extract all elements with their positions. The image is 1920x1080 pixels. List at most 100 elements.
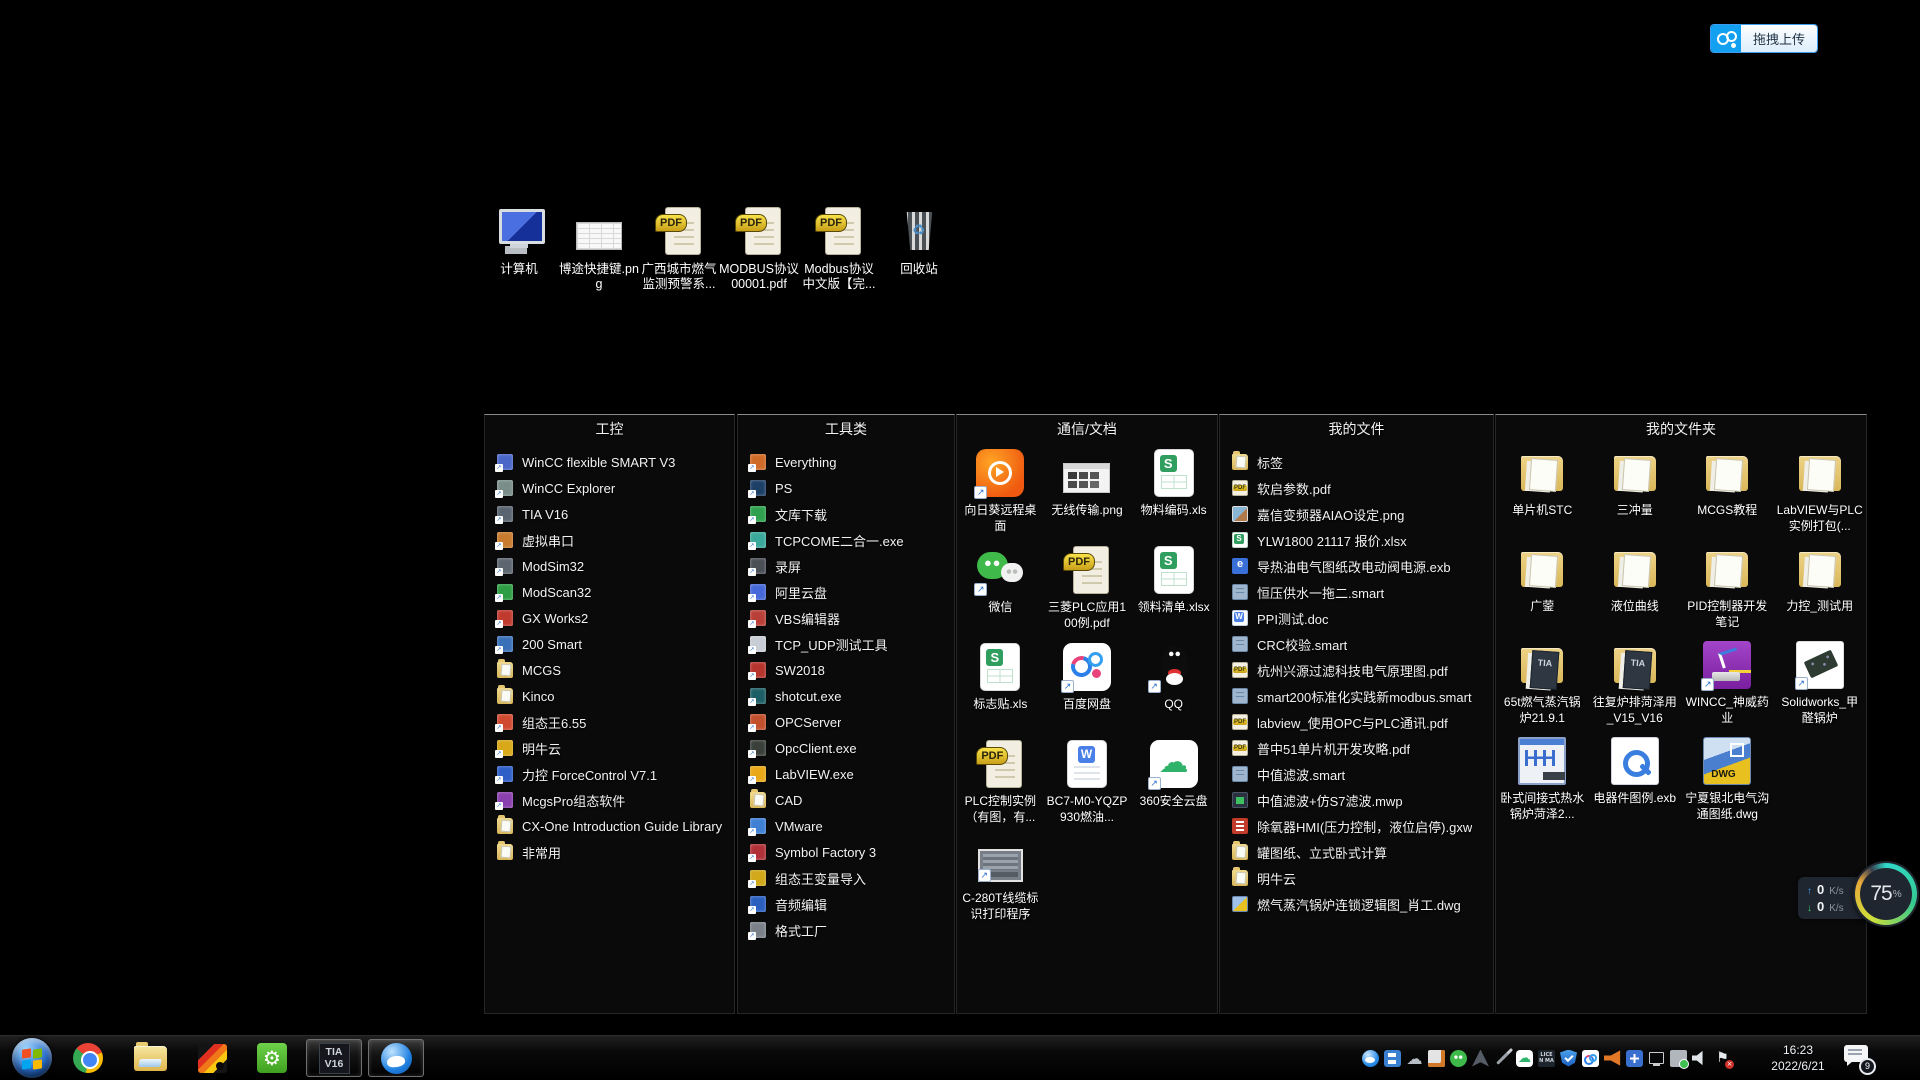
fence-title[interactable]: 工具类 [738,415,954,443]
fence-item[interactable]: LabVIEW.exe [750,761,950,787]
fence-item[interactable]: 组态王变量导入 [750,865,950,891]
fence-item[interactable]: ModScan32 [497,579,730,605]
usb-drive-icon[interactable] [1384,1050,1401,1067]
fence-item[interactable]: Everything [750,449,950,475]
grid-item[interactable]: 往复炉排菏泽用_V15_V16 [1589,639,1682,735]
fence-item[interactable]: 软启参数.pdf [1232,475,1489,501]
horn-icon[interactable] [1604,1050,1621,1067]
grid-item[interactable]: 百度网盘 [1044,641,1131,738]
grid-item[interactable]: PLC控制实例（有图，有... [957,738,1044,835]
grid-item[interactable]: Solidworks_甲醛锅炉 [1774,639,1867,735]
grid-item[interactable]: 360安全云盘 [1130,738,1217,835]
grid-item[interactable]: 卧式间接式热水锅炉菏泽2... [1496,735,1589,831]
input-method-icon[interactable] [1626,1050,1643,1067]
grid-item[interactable]: 力控_测试用 [1774,543,1867,639]
fence-item[interactable]: YLW1800 21117 报价.xlsx [1232,527,1489,553]
action-center-flag-icon[interactable]: ⚑ [1714,1050,1731,1067]
fence-panel[interactable]: 我的文件标签软启参数.pdf嘉信变频器AIAO设定.pngYLW1800 211… [1219,414,1494,1014]
fence-item[interactable]: PPI测试.doc [1232,605,1489,631]
drag-upload-button[interactable]: 拖拽上传 [1741,25,1817,52]
taskbar-qq-browser-button[interactable] [368,1039,424,1077]
tool-icon[interactable] [1494,1050,1511,1067]
baidu-netdisk-icon[interactable] [1582,1050,1599,1067]
fence-item[interactable]: SW2018 [750,657,950,683]
taskbar-clock[interactable]: 16:23 2022/6/21 [1756,1042,1840,1074]
grid-item[interactable]: 三冲量 [1589,447,1682,543]
fence-item[interactable]: 普中51单片机开发攻略.pdf [1232,735,1489,761]
fence-item[interactable]: 组态王6.55 [497,709,730,735]
fence-item[interactable]: CX-One Introduction Guide Library [497,813,730,839]
fence-item[interactable]: TCP_UDP测试工具 [750,631,950,657]
taskbar-chrome-button[interactable] [66,1036,110,1080]
fence-item[interactable]: ModSim32 [497,553,730,579]
fence-item[interactable]: 虚拟串口 [497,527,730,553]
grid-item[interactable]: 标志贴.xls [957,641,1044,738]
fence-item[interactable]: WinCC flexible SMART V3 [497,449,730,475]
fence-item[interactable]: TIA V16 [497,501,730,527]
fence-item[interactable]: TCPCOME二合一.exe [750,527,950,553]
grid-item[interactable]: 三菱PLC应用100例.pdf [1044,544,1131,641]
grid-item[interactable]: PID控制器开发笔记 [1681,543,1774,639]
fence-item[interactable]: labview_使用OPC与PLC通讯.pdf [1232,709,1489,735]
fence-item[interactable]: 非常用 [497,839,730,865]
fence-item[interactable]: 恒压供水一拖二.smart [1232,579,1489,605]
fence-title[interactable]: 我的文件夹 [1496,415,1866,443]
desktop-icon[interactable]: Modbus协议中文版【完... [799,205,879,292]
taskbar-marker-button[interactable] [190,1036,234,1080]
fence-item[interactable]: VBS编辑器 [750,605,950,631]
grid-item[interactable]: 宁夏银北电气沟通图纸.dwg [1681,735,1774,831]
security-shield-icon[interactable] [1560,1050,1577,1067]
fence-panel[interactable]: 我的文件夹单片机STC三冲量MCGS教程LabVIEW与PLC实例打包(...广… [1495,414,1867,1014]
grid-item[interactable]: MCGS教程 [1681,447,1774,543]
grid-item[interactable]: 液位曲线 [1589,543,1682,639]
fence-item[interactable]: shotcut.exe [750,683,950,709]
fence-panel[interactable]: 工控 WinCC flexible SMART V3WinCC ExplorerT… [484,414,735,1014]
memory-usage-ball[interactable]: 75 % [1853,861,1919,927]
fence-item[interactable]: 阿里云盘 [750,579,950,605]
fence-item[interactable]: 杭州兴源过滤科技电气原理图.pdf [1232,657,1489,683]
network-icon[interactable] [1648,1050,1665,1067]
grid-item[interactable]: 微信 [957,544,1044,641]
grid-item[interactable]: 向日葵远程桌面 [957,447,1044,544]
desktop-icon[interactable]: 回收站 [879,205,959,292]
grid-item[interactable]: WINCC_神威药业 [1681,639,1774,735]
fence-item[interactable]: 音频编辑 [750,891,950,917]
taskbar-settings-button[interactable]: ⚙ [250,1036,294,1080]
fence-title[interactable]: 工控 [485,415,734,443]
license-manager-icon[interactable]: LICEN MA [1538,1050,1555,1067]
taskbar-tia-v16-button[interactable]: TIA V16 [306,1039,362,1077]
grid-item[interactable]: 广蓥 [1496,543,1589,639]
start-button[interactable] [10,1036,54,1080]
fence-item[interactable]: WinCC Explorer [497,475,730,501]
fence-item[interactable]: PS [750,475,950,501]
grid-item[interactable]: 无线传输.png [1044,447,1131,544]
notification-center-button[interactable]: 9 [1844,1045,1872,1069]
qq-browser-icon[interactable] [1362,1050,1379,1067]
cloud-sync-icon[interactable]: ☁ [1406,1050,1423,1067]
fence-item[interactable]: 嘉信变频器AIAO设定.png [1232,501,1489,527]
fence-item[interactable]: 罐图纸、立式卧式计算 [1232,839,1489,865]
clipboard-icon[interactable] [1428,1050,1445,1067]
fence-item[interactable]: GX Works2 [497,605,730,631]
fence-item[interactable]: 中值滤波+仿S7滤波.mwp [1232,787,1489,813]
grid-item[interactable]: C-280T线缆标识打印程序 [957,835,1044,932]
fence-item[interactable]: CRC校验.smart [1232,631,1489,657]
fence-item[interactable]: 导热油电气图纸改电动阀电源.exb [1232,553,1489,579]
grid-item[interactable]: 物料编码.xls [1130,447,1217,544]
volume-icon[interactable] [1692,1050,1709,1067]
fence-item[interactable]: OPCServer [750,709,950,735]
grid-item[interactable]: QQ [1130,641,1217,738]
fence-panel[interactable]: 通信/文档向日葵远程桌面无线传输.png物料编码.xls微信三菱PLC应用100… [956,414,1218,1014]
fence-item[interactable]: OpcClient.exe [750,735,950,761]
fence-item[interactable]: 力控 ForceControl V7.1 [497,761,730,787]
fence-item[interactable]: smart200标准化实践新modbus.smart [1232,683,1489,709]
fence-item[interactable]: 录屏 [750,553,950,579]
usb-eject-icon[interactable] [1670,1050,1687,1067]
wechat-icon[interactable] [1450,1050,1467,1067]
fence-title[interactable]: 我的文件 [1220,415,1493,443]
grid-item[interactable]: 65t燃气蒸汽锅炉21.9.1 [1496,639,1589,735]
desktop-icon[interactable]: 广西城市燃气监测预警系... [639,205,719,292]
fence-item[interactable]: 标签 [1232,449,1489,475]
fence-item[interactable]: 文库下载 [750,501,950,527]
grid-item[interactable]: 单片机STC [1496,447,1589,543]
